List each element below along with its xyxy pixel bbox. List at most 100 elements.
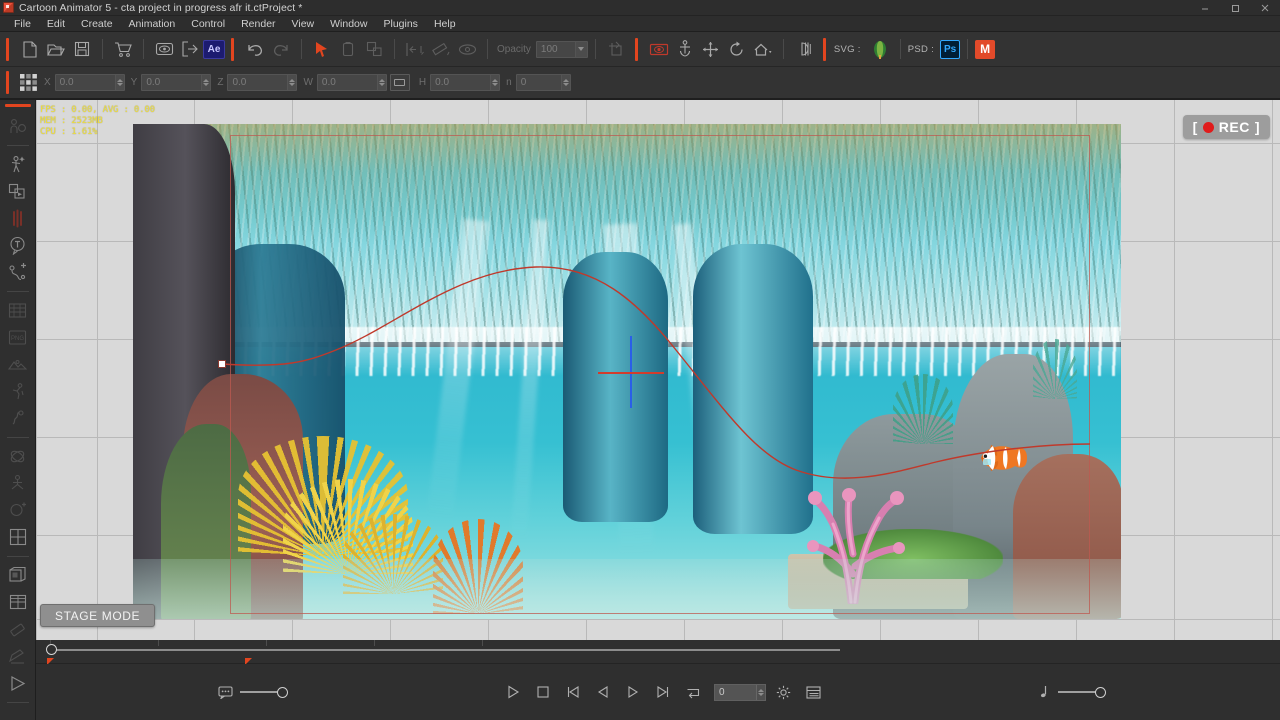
stage-mode-button[interactable]: STAGE MODE bbox=[40, 604, 156, 627]
camera-grid-icon[interactable] bbox=[5, 589, 31, 615]
lock-aspect-ratio-icon[interactable] bbox=[389, 74, 410, 91]
transform-h-stepper[interactable] bbox=[490, 75, 500, 90]
slider-knob[interactable] bbox=[277, 686, 288, 698]
maximize-button[interactable] bbox=[1220, 0, 1250, 16]
transform-z-input[interactable]: 0.0 bbox=[227, 74, 298, 91]
transform-h-input[interactable]: 0.0 bbox=[430, 74, 501, 91]
bone-rig-icon[interactable] bbox=[5, 470, 31, 496]
talking-head-icon[interactable] bbox=[5, 232, 31, 258]
menu-edit[interactable]: Edit bbox=[39, 16, 73, 32]
slider-knob[interactable] bbox=[1095, 686, 1106, 698]
timeline-playhead-handle[interactable] bbox=[46, 644, 57, 655]
extra-app-icon[interactable]: M bbox=[975, 39, 996, 59]
first-frame-button[interactable] bbox=[563, 682, 583, 702]
coreldraw-icon[interactable] bbox=[867, 37, 893, 62]
music-note-icon[interactable] bbox=[1033, 682, 1053, 702]
slider-track[interactable] bbox=[1058, 691, 1096, 693]
export-icon[interactable] bbox=[177, 37, 203, 62]
new-project-icon[interactable] bbox=[17, 37, 43, 62]
spring-icon[interactable] bbox=[5, 405, 31, 431]
save-project-icon[interactable] bbox=[69, 37, 95, 62]
menu-control[interactable]: Control bbox=[183, 16, 233, 32]
prop-png-icon[interactable]: PNG bbox=[5, 324, 31, 350]
current-frame-input[interactable]: 0 bbox=[714, 683, 766, 701]
redo-icon[interactable] bbox=[268, 37, 294, 62]
minimize-button[interactable] bbox=[1190, 0, 1220, 16]
camera-icon[interactable] bbox=[646, 37, 672, 62]
transform-grid-icon[interactable] bbox=[19, 73, 38, 92]
anchor-icon[interactable] bbox=[672, 37, 698, 62]
mirror-icon[interactable] bbox=[791, 37, 817, 62]
opacity-input[interactable]: 100 bbox=[535, 40, 588, 58]
gear-icon[interactable] bbox=[773, 682, 793, 702]
rotate-icon[interactable] bbox=[724, 37, 750, 62]
slider-track[interactable] bbox=[240, 691, 278, 693]
chevron-down-icon[interactable] bbox=[574, 41, 587, 57]
menu-window[interactable]: Window bbox=[322, 16, 375, 32]
menu-help[interactable]: Help bbox=[426, 16, 464, 32]
loop-button[interactable] bbox=[683, 682, 703, 702]
character-composer-icon[interactable] bbox=[5, 113, 31, 139]
sprite-editor-icon[interactable] bbox=[5, 178, 31, 204]
ruler-tool-icon[interactable] bbox=[428, 37, 454, 62]
stage-viewport[interactable]: FPS : 0.00, AVG : 0.00 MEM : 2523MB CPU … bbox=[36, 100, 1280, 640]
run-motion-icon[interactable] bbox=[5, 378, 31, 404]
transform-y-stepper[interactable] bbox=[201, 75, 211, 90]
crop-icon[interactable] bbox=[603, 37, 629, 62]
transform-n-stepper[interactable] bbox=[560, 75, 570, 90]
current-frame-stepper[interactable] bbox=[756, 684, 765, 700]
transform-x-stepper[interactable] bbox=[114, 75, 124, 90]
visibility-icon[interactable] bbox=[454, 37, 480, 62]
layers-icon[interactable] bbox=[361, 37, 387, 62]
preview-render-icon[interactable] bbox=[151, 37, 177, 62]
transform-z-stepper[interactable] bbox=[287, 75, 297, 90]
edit-note-icon[interactable] bbox=[5, 643, 31, 669]
speech-bubble-icon[interactable] bbox=[215, 682, 235, 702]
head-turn-icon[interactable] bbox=[5, 497, 31, 523]
photoshop-icon[interactable]: Ps bbox=[940, 39, 961, 59]
transform-w-input[interactable]: 0.0 bbox=[316, 74, 387, 91]
keyframe-marker[interactable] bbox=[218, 360, 226, 368]
menu-view[interactable]: View bbox=[284, 16, 323, 32]
transform-w-stepper[interactable] bbox=[376, 75, 386, 90]
speech-volume-slider[interactable] bbox=[210, 682, 288, 702]
move-icon[interactable] bbox=[698, 37, 724, 62]
menu-animation[interactable]: Animation bbox=[121, 16, 184, 32]
select-tool-icon[interactable] bbox=[309, 37, 335, 62]
last-frame-button[interactable] bbox=[653, 682, 673, 702]
content-store-icon[interactable] bbox=[110, 37, 136, 62]
play-button[interactable] bbox=[503, 682, 523, 702]
eraser-icon[interactable] bbox=[5, 616, 31, 642]
record-status-badge[interactable]: [ REC ] bbox=[1182, 115, 1270, 139]
timeline-track[interactable] bbox=[50, 649, 840, 651]
transform-n-input[interactable]: 0 bbox=[515, 74, 571, 91]
menu-plugins[interactable]: Plugins bbox=[375, 16, 425, 32]
align-icon[interactable] bbox=[402, 37, 428, 62]
transform-x-input[interactable]: 0.0 bbox=[54, 74, 125, 91]
grid-snap-icon[interactable] bbox=[5, 524, 31, 550]
stop-button[interactable] bbox=[533, 682, 553, 702]
scene-cube-icon[interactable] bbox=[5, 562, 31, 588]
after-effects-icon[interactable]: Ae bbox=[203, 39, 225, 59]
menu-render[interactable]: Render bbox=[233, 16, 283, 32]
close-button[interactable] bbox=[1250, 0, 1280, 16]
motion-path-icon[interactable] bbox=[5, 259, 31, 285]
transform-y-input[interactable]: 0.0 bbox=[141, 74, 212, 91]
motion-puppet-icon[interactable] bbox=[5, 151, 31, 177]
menu-file[interactable]: File bbox=[6, 16, 39, 32]
timeline-scrubber[interactable] bbox=[36, 640, 1280, 665]
timeline-track-icon[interactable] bbox=[5, 297, 31, 323]
prev-frame-button[interactable] bbox=[593, 682, 613, 702]
face-puppet-icon[interactable] bbox=[5, 205, 31, 231]
play-tool-icon[interactable] bbox=[5, 670, 31, 696]
menu-create[interactable]: Create bbox=[73, 16, 121, 32]
timeline-panel-icon[interactable] bbox=[803, 682, 823, 702]
home-icon[interactable] bbox=[750, 37, 776, 62]
physics-icon[interactable] bbox=[5, 443, 31, 469]
audio-volume-slider[interactable] bbox=[1028, 682, 1106, 702]
terrain-icon[interactable] bbox=[5, 351, 31, 377]
duplicate-icon[interactable] bbox=[335, 37, 361, 62]
open-project-icon[interactable] bbox=[43, 37, 69, 62]
next-frame-button[interactable] bbox=[623, 682, 643, 702]
undo-icon[interactable] bbox=[242, 37, 268, 62]
